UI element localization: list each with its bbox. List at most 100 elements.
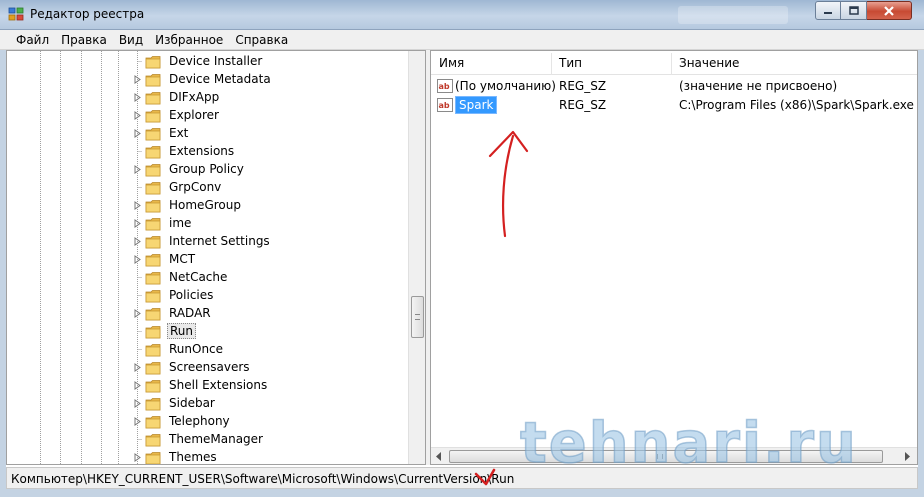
folder-icon bbox=[145, 398, 161, 411]
folder-icon bbox=[145, 380, 161, 393]
tree-scroll-thumb[interactable] bbox=[411, 296, 424, 338]
tree-item[interactable]: Internet Settings bbox=[133, 233, 413, 251]
maximize-button[interactable] bbox=[841, 1, 867, 20]
value-type: REG_SZ bbox=[559, 98, 607, 112]
folder-icon bbox=[145, 182, 161, 195]
tree-item[interactable]: RADAR bbox=[133, 305, 413, 323]
tree-item[interactable]: Extensions bbox=[133, 143, 413, 161]
folder-icon bbox=[145, 290, 161, 303]
registry-key-tree[interactable]: Device Installer Device Metadata DIFxApp Ex… bbox=[6, 50, 426, 465]
tree-item[interactable]: Shell Extensions bbox=[133, 377, 413, 395]
status-key-path: Компьютер\HKEY_CURRENT_USER\Software\Mic… bbox=[11, 472, 515, 486]
close-button[interactable] bbox=[867, 1, 912, 20]
value-row[interactable]: ab Spark REG_SZ C:\Program Files (x86)\Spar… bbox=[431, 96, 917, 115]
tree-item[interactable]: Ext bbox=[133, 125, 413, 143]
tree-connector-icon bbox=[137, 61, 142, 62]
registry-value-list[interactable]: Имя Тип Значение ab (По умолчанию) REG_SZ (… bbox=[430, 50, 918, 465]
tree-item-label: Sidebar bbox=[169, 396, 215, 410]
tree-item-label: Explorer bbox=[169, 108, 219, 122]
expand-arrow-icon[interactable] bbox=[133, 381, 142, 390]
expand-arrow-icon[interactable] bbox=[133, 219, 142, 228]
tree-item[interactable]: NetCache bbox=[133, 269, 413, 287]
scroll-left-icon[interactable] bbox=[435, 452, 443, 461]
value-name: (По умолчанию) bbox=[455, 79, 556, 93]
expand-arrow-icon[interactable] bbox=[133, 417, 142, 426]
tree-item-label: Ext bbox=[169, 126, 189, 140]
tree-item-label: Telephony bbox=[169, 414, 230, 428]
window-frame-right bbox=[918, 50, 924, 497]
folder-icon bbox=[145, 146, 161, 159]
window-frame-bottom bbox=[0, 489, 924, 497]
column-header-type[interactable]: Тип bbox=[559, 56, 582, 70]
tree-item[interactable]: ThemeManager bbox=[133, 431, 413, 449]
tree-vertical-scrollbar[interactable] bbox=[408, 51, 425, 464]
expand-arrow-icon[interactable] bbox=[133, 237, 142, 246]
folder-icon bbox=[145, 128, 161, 141]
tree-item-label: Themes bbox=[169, 450, 217, 464]
expand-arrow-icon[interactable] bbox=[133, 75, 142, 84]
folder-icon bbox=[145, 56, 161, 69]
tree-item[interactable]: Sidebar bbox=[133, 395, 413, 413]
svg-text:ab: ab bbox=[439, 82, 450, 91]
value-row[interactable]: ab (По умолчанию) REG_SZ (значение не присв… bbox=[431, 77, 917, 96]
tree-item-label: ime bbox=[169, 216, 192, 230]
tree-item[interactable]: Run bbox=[133, 323, 413, 341]
value-name: Spark bbox=[455, 96, 498, 114]
column-header-value[interactable]: Значение bbox=[679, 56, 739, 70]
column-header-name[interactable]: Имя bbox=[439, 56, 464, 70]
expand-arrow-icon[interactable] bbox=[133, 111, 142, 120]
expand-arrow-icon[interactable] bbox=[133, 399, 142, 408]
tree-item-label: RunOnce bbox=[169, 342, 224, 356]
folder-icon bbox=[145, 416, 161, 429]
tree-item[interactable]: MCT bbox=[133, 251, 413, 269]
string-value-icon: ab bbox=[437, 79, 453, 93]
tree-item-label: ThemeManager bbox=[169, 432, 263, 446]
tree-item[interactable]: Screensavers bbox=[133, 359, 413, 377]
list-header: Имя Тип Значение bbox=[431, 53, 917, 75]
tree-item[interactable]: Group Policy bbox=[133, 161, 413, 179]
minimize-button[interactable] bbox=[815, 1, 841, 20]
list-scroll-thumb[interactable] bbox=[449, 450, 883, 463]
expand-arrow-icon[interactable] bbox=[133, 93, 142, 102]
tree-item[interactable]: Explorer bbox=[133, 107, 413, 125]
menu-view[interactable]: Вид bbox=[113, 30, 149, 49]
expand-arrow-icon[interactable] bbox=[133, 309, 142, 318]
registry-editor-icon bbox=[8, 7, 24, 21]
menu-favorites[interactable]: Избранное bbox=[149, 30, 229, 49]
expand-arrow-icon[interactable] bbox=[133, 165, 142, 174]
expand-arrow-icon[interactable] bbox=[133, 453, 142, 462]
tree-guide-lines bbox=[40, 51, 138, 464]
tree-connector-icon bbox=[137, 151, 142, 152]
expand-arrow-icon[interactable] bbox=[133, 363, 142, 372]
tree-item-label: Device Metadata bbox=[169, 72, 271, 86]
tree-item[interactable]: Device Installer bbox=[133, 53, 413, 71]
expand-arrow-icon[interactable] bbox=[133, 129, 142, 138]
value-data: C:\Program Files (x86)\Spark\Spark.exe bbox=[679, 98, 914, 112]
menu-help[interactable]: Справка bbox=[229, 30, 294, 49]
folder-icon bbox=[145, 200, 161, 213]
tree-item-label: Policies bbox=[169, 288, 214, 302]
tree-item[interactable]: RunOnce bbox=[133, 341, 413, 359]
list-horizontal-scrollbar[interactable] bbox=[431, 447, 917, 464]
tree-item[interactable]: Telephony bbox=[133, 413, 413, 431]
tree-item[interactable]: HomeGroup bbox=[133, 197, 413, 215]
expand-arrow-icon[interactable] bbox=[133, 255, 142, 264]
expand-arrow-icon[interactable] bbox=[133, 201, 142, 210]
tree-item[interactable]: Policies bbox=[133, 287, 413, 305]
tree-item[interactable]: Device Metadata bbox=[133, 71, 413, 89]
tree-item[interactable]: DIFxApp bbox=[133, 89, 413, 107]
folder-icon bbox=[145, 218, 161, 231]
svg-text:ab: ab bbox=[439, 101, 450, 110]
tree-item[interactable]: ime bbox=[133, 215, 413, 233]
title-reflection bbox=[678, 6, 788, 24]
folder-icon bbox=[145, 254, 161, 267]
folder-icon bbox=[145, 92, 161, 105]
menu-edit[interactable]: Правка bbox=[55, 30, 113, 49]
tree-item[interactable]: Themes bbox=[133, 449, 413, 464]
status-bar: Компьютер\HKEY_CURRENT_USER\Software\Mic… bbox=[6, 467, 918, 489]
menu-file[interactable]: Файл bbox=[10, 30, 55, 49]
folder-icon bbox=[145, 434, 161, 447]
tree-item[interactable]: GrpConv bbox=[133, 179, 413, 197]
scroll-right-icon[interactable] bbox=[903, 452, 911, 461]
folder-icon bbox=[145, 452, 161, 464]
